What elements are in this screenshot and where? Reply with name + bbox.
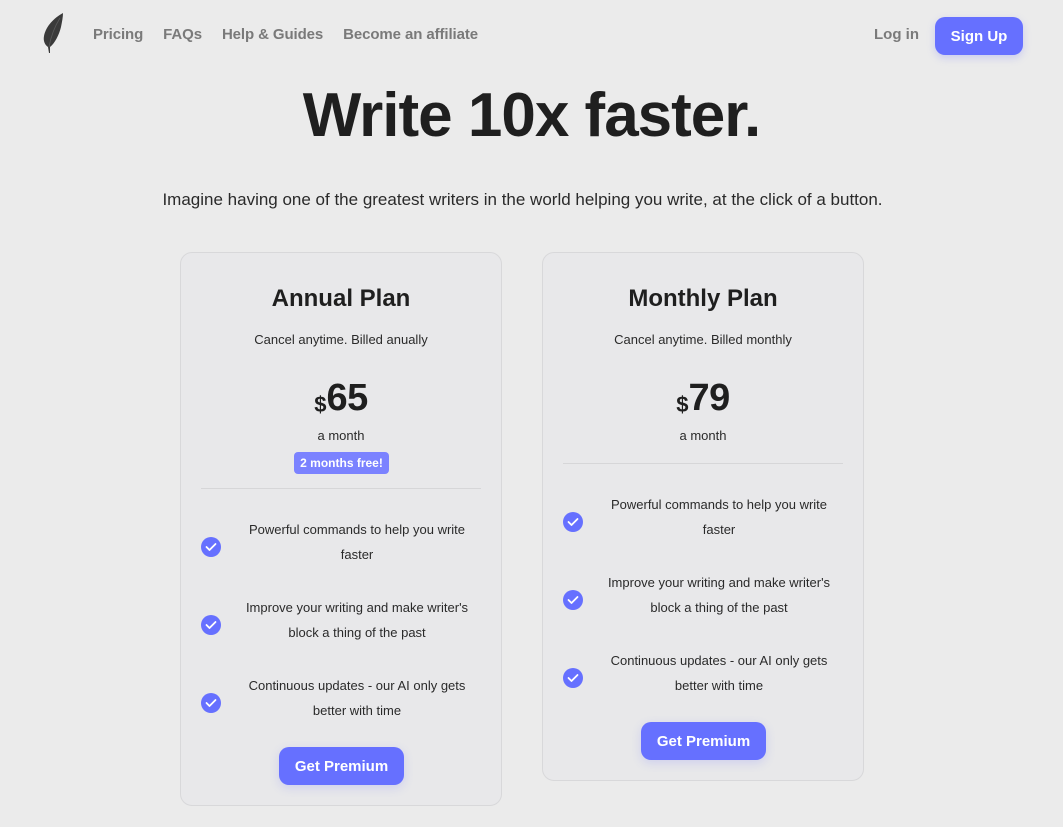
hero-title: Write 10x faster.	[302, 81, 761, 150]
signup-button[interactable]: Sign Up	[935, 17, 1023, 55]
plan-price: $65	[181, 377, 501, 420]
check-circle-icon	[201, 693, 221, 713]
plan-description: Cancel anytime. Billed anually	[254, 332, 428, 347]
monthly-plan-card: Monthly Plan Cancel anytime. Billed mont…	[542, 252, 864, 781]
nav-link-help-guides[interactable]: Help & Guides	[222, 26, 323, 43]
annual-plan-card: Annual Plan Cancel anytime. Billed anual…	[180, 252, 502, 806]
price-period: a month	[317, 428, 365, 443]
feature-text: Powerful commands to help you write fast…	[610, 497, 828, 537]
discount-badge: 2 months free!	[294, 452, 389, 474]
plan-price: $79	[543, 377, 863, 420]
currency-symbol: $	[314, 392, 327, 417]
feature-item: Improve your writing and make writer's b…	[563, 570, 848, 630]
plan-description: Cancel anytime. Billed monthly	[614, 332, 792, 347]
login-link[interactable]: Log in	[874, 26, 919, 43]
check-circle-icon	[201, 537, 221, 557]
check-circle-icon	[201, 615, 221, 635]
plan-title: Monthly Plan	[628, 285, 778, 312]
get-premium-monthly-button[interactable]: Get Premium	[641, 722, 766, 760]
feature-item: Improve your writing and make writer's b…	[201, 595, 486, 655]
nav-links: Pricing FAQs Help & Guides Become an aff…	[93, 26, 478, 43]
price-period: a month	[679, 428, 727, 443]
feature-item: Continuous updates - our AI only gets be…	[201, 673, 486, 733]
check-circle-icon	[563, 590, 583, 610]
nav-link-affiliate[interactable]: Become an affiliate	[343, 26, 478, 43]
nav-link-pricing[interactable]: Pricing	[93, 26, 143, 43]
feature-item: Powerful commands to help you write fast…	[201, 517, 486, 577]
plan-title: Annual Plan	[271, 285, 411, 312]
feature-text: Continuous updates - our AI only gets be…	[610, 653, 828, 693]
feature-text: Improve your writing and make writer's b…	[245, 600, 469, 640]
check-circle-icon	[563, 512, 583, 532]
feature-text: Improve your writing and make writer's b…	[607, 575, 831, 615]
divider	[563, 463, 843, 464]
currency-symbol: $	[676, 392, 689, 417]
get-premium-annual-button[interactable]: Get Premium	[279, 747, 404, 785]
hero-subtitle: Imagine having one of the greatest write…	[162, 190, 883, 209]
feature-text: Powerful commands to help you write fast…	[248, 522, 466, 562]
price-amount: 79	[688, 377, 730, 419]
price-amount: 65	[326, 377, 368, 419]
feather-icon[interactable]	[40, 12, 66, 56]
nav-link-faqs[interactable]: FAQs	[163, 26, 202, 43]
feature-item: Continuous updates - our AI only gets be…	[563, 648, 848, 708]
top-navigation: Pricing FAQs Help & Guides Become an aff…	[0, 0, 1063, 70]
feature-item: Powerful commands to help you write fast…	[563, 492, 848, 552]
feature-text: Continuous updates - our AI only gets be…	[248, 678, 466, 718]
check-circle-icon	[563, 668, 583, 688]
divider	[201, 488, 481, 489]
